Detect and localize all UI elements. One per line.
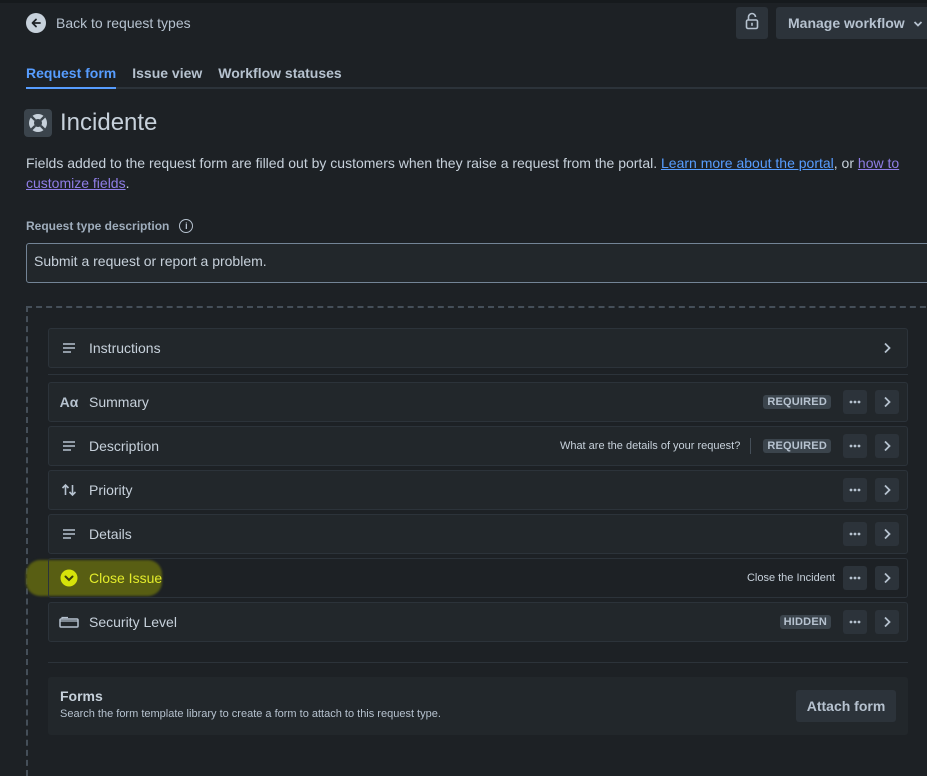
back-label: Back to request types xyxy=(56,15,191,31)
divider xyxy=(48,374,908,375)
forms-title: Forms xyxy=(60,688,103,704)
intro-paragraph: Fields added to the request form are fil… xyxy=(26,153,921,193)
field-actions xyxy=(843,478,907,502)
field-label: Instructions xyxy=(89,340,161,356)
text-lines-icon xyxy=(59,436,79,456)
intro-end: . xyxy=(125,175,130,191)
request-type-description-field[interactable]: Submit a request or report a problem. xyxy=(26,243,927,283)
security-level-icon xyxy=(59,612,79,632)
tab-workflow-statuses[interactable]: Workflow statuses xyxy=(218,62,341,89)
chevron-right-icon[interactable] xyxy=(875,522,899,546)
text-format-icon: Aα xyxy=(59,394,79,410)
chevron-down-icon xyxy=(913,15,923,31)
arrow-left-circle-icon xyxy=(26,13,46,33)
field-row-priority[interactable]: Priority xyxy=(48,470,908,510)
manage-workflow-label: Manage workflow xyxy=(788,15,905,31)
more-options-button[interactable] xyxy=(843,478,867,502)
info-icon[interactable]: i xyxy=(179,219,194,233)
chevron-right-icon[interactable] xyxy=(875,566,899,590)
field-actions: HIDDEN xyxy=(779,610,907,634)
field-row-summary[interactable]: Aα Summary REQUIRED xyxy=(48,382,908,422)
field-label: Summary xyxy=(89,394,149,410)
field-label: Description xyxy=(89,438,160,454)
more-options-button[interactable] xyxy=(843,522,867,546)
tab-bar: Request form Issue view Workflow statuse… xyxy=(26,62,927,89)
more-options-button[interactable] xyxy=(843,610,867,634)
chevron-right-icon[interactable] xyxy=(875,336,899,360)
field-label: Close Issue xyxy=(89,570,163,586)
field-actions: Close the Incident xyxy=(747,566,907,590)
more-options-button[interactable] xyxy=(843,434,867,458)
field-row-details[interactable]: Details xyxy=(48,514,908,554)
required-lozenge: REQUIRED xyxy=(763,395,831,409)
field-row-instructions[interactable]: Instructions xyxy=(48,328,908,368)
tab-issue-view[interactable]: Issue view xyxy=(132,62,202,89)
chevron-right-icon[interactable] xyxy=(875,434,899,458)
more-options-button[interactable] xyxy=(843,390,867,414)
manage-workflow-button[interactable]: Manage workflow xyxy=(776,7,927,39)
chevron-right-icon[interactable] xyxy=(875,478,899,502)
page-title: Incidente xyxy=(60,109,158,136)
forms-panel: Forms Search the form template library t… xyxy=(48,677,908,735)
top-border xyxy=(0,0,927,3)
field-row-close-issue[interactable]: Close Issue Close the Incident xyxy=(48,558,908,598)
text-lines-icon xyxy=(59,524,79,544)
divider xyxy=(48,662,908,663)
chevron-right-icon[interactable] xyxy=(875,610,899,634)
field-hint: Close the Incident xyxy=(746,572,835,584)
more-options-button[interactable] xyxy=(843,566,867,590)
field-label: Security Level xyxy=(89,614,177,630)
required-lozenge: REQUIRED xyxy=(763,439,831,453)
forms-subtitle: Search the form template library to crea… xyxy=(60,708,441,720)
field-actions xyxy=(875,336,907,360)
back-to-request-types-link[interactable]: Back to request types xyxy=(26,12,191,34)
description-label: Request type description i xyxy=(26,219,194,233)
priority-arrows-icon xyxy=(59,480,79,500)
attach-form-button[interactable]: Attach form xyxy=(796,690,896,722)
field-hint: What are the details of your request? xyxy=(559,440,741,452)
intro-mid: , or xyxy=(833,155,858,171)
field-row-security-level[interactable]: Security Level HIDDEN xyxy=(48,602,908,642)
learn-more-portal-link[interactable]: Learn more about the portal xyxy=(661,155,834,171)
unlock-icon xyxy=(745,12,759,35)
chevron-right-icon[interactable] xyxy=(875,390,899,414)
description-label-text: Request type description xyxy=(26,219,170,233)
field-row-description[interactable]: Description What are the details of your… xyxy=(48,426,908,466)
field-actions xyxy=(843,522,907,546)
lock-button[interactable] xyxy=(736,7,768,39)
text-lines-icon xyxy=(59,338,79,358)
lifebuoy-icon[interactable] xyxy=(24,109,52,137)
hidden-lozenge: HIDDEN xyxy=(779,615,831,629)
field-label: Priority xyxy=(89,482,133,498)
field-actions: REQUIRED xyxy=(763,390,907,414)
intro-text: Fields added to the request form are fil… xyxy=(26,155,661,171)
field-label: Details xyxy=(89,526,132,542)
field-actions: What are the details of your request? RE… xyxy=(560,434,907,458)
chevron-circle-icon xyxy=(59,568,79,588)
tab-request-form[interactable]: Request form xyxy=(26,62,117,89)
separator xyxy=(750,438,752,454)
